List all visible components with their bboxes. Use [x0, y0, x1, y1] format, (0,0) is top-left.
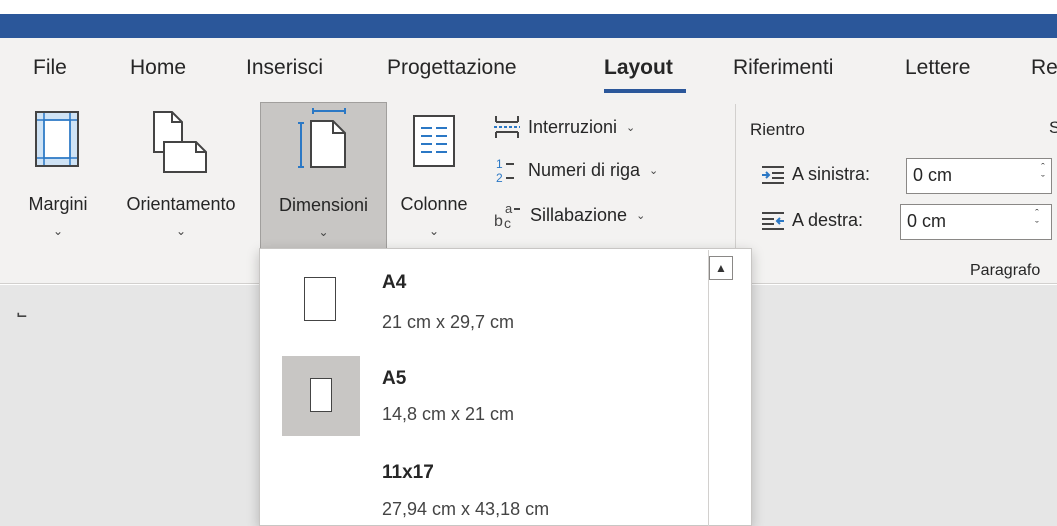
indent-right-value: 0 cm: [907, 211, 947, 231]
svg-text:2: 2: [496, 171, 503, 184]
tab-progettazione[interactable]: Progettazione: [387, 56, 517, 80]
indent-left-value: 0 cm: [913, 165, 953, 185]
line-numbers-button[interactable]: 1 2 Numeri di riga ⌄: [492, 156, 658, 184]
chevron-down-icon: ⌄: [52, 224, 64, 238]
size-option-dimensions: 21 cm x 29,7 cm: [382, 312, 515, 332]
margins-icon: [35, 111, 79, 167]
size-option-dimensions: 27,94 cm x 43,18 cm: [382, 499, 550, 519]
tab-re[interactable]: Re: [1031, 56, 1057, 80]
size-option-name: 11x17: [382, 462, 434, 483]
tab-riferimenti[interactable]: Riferimenti: [733, 56, 833, 80]
tab-file[interactable]: File: [33, 56, 67, 80]
columns-button[interactable]: Colonne ⌄: [388, 100, 480, 250]
chevron-down-icon: ⌄: [175, 224, 187, 238]
indent-right-icon: [762, 211, 784, 230]
size-option-dimensions: 14,8 cm x 21 cm: [382, 404, 515, 424]
indent-group-label: Rientro: [750, 120, 805, 139]
active-tab-indicator: [604, 89, 686, 93]
indent-right-label: A destra:: [792, 210, 864, 230]
indent-left-label: A sinistra:: [792, 164, 871, 184]
tab-layout[interactable]: Layout: [604, 56, 673, 80]
indent-left-icon: [762, 165, 784, 184]
tab-home[interactable]: Home: [130, 56, 186, 80]
svg-text:c: c: [504, 215, 511, 230]
page-icon: [310, 378, 332, 412]
size-button[interactable]: Dimensioni ⌄: [260, 102, 387, 252]
orientation-label: Orientamento: [126, 194, 236, 214]
scroll-up-icon[interactable]: ▲: [709, 256, 733, 280]
columns-label: Colonne: [400, 194, 468, 214]
hyphenation-label: Sillabazione: [530, 204, 628, 225]
size-option-name: A5: [382, 368, 407, 389]
columns-icon: [413, 115, 455, 167]
svg-text:b: b: [494, 213, 503, 230]
tab-lettere[interactable]: Lettere: [905, 56, 970, 80]
chevron-down-icon: ⌄: [636, 209, 646, 222]
indent-right-spinner[interactable]: ˆˇ: [1030, 208, 1044, 232]
indent-right-row: A destra:: [760, 210, 863, 231]
title-bar-cutoff: [0, 0, 1057, 14]
tab-inserisci[interactable]: Inserisci: [246, 56, 323, 80]
indent-left-spinner[interactable]: ˆˇ: [1036, 162, 1050, 186]
orientation-icon: [153, 111, 207, 173]
line-numbers-icon: 1 2: [496, 157, 514, 184]
breaks-button[interactable]: Interruzioni ⌄: [492, 114, 635, 140]
chevron-down-icon: ⌄: [428, 224, 440, 238]
orientation-button[interactable]: Orientamento ⌄: [104, 100, 258, 250]
spacing-group-label-partial: S: [1049, 118, 1057, 137]
chevron-down-icon: ⌄: [318, 225, 329, 239]
chevron-down-icon: ⌄: [649, 164, 659, 177]
indent-left-input[interactable]: 0 cm: [906, 158, 1052, 194]
breaks-icon: [494, 116, 520, 138]
chevron-down-icon: ⌄: [626, 121, 636, 134]
svg-text:1: 1: [496, 157, 503, 171]
margins-button[interactable]: Margini ⌄: [12, 100, 104, 250]
size-icon: [298, 108, 346, 168]
page-icon: [304, 277, 336, 321]
hyphenation-icon: b c a: [494, 201, 520, 230]
indent-left-row: A sinistra:: [760, 164, 870, 185]
size-label: Dimensioni: [278, 195, 369, 215]
paragraph-group-label: Paragrafo: [970, 262, 1041, 279]
hyphenation-button[interactable]: b c a Sillabazione ⌄: [492, 200, 645, 230]
size-option-name: A4: [382, 272, 407, 293]
title-bar: [0, 0, 1057, 38]
svg-text:a: a: [505, 201, 513, 216]
ribbon-tabs: File Home Inserisci Progettazione Layout…: [0, 38, 1057, 96]
scroll-divider: [708, 250, 709, 526]
tab-selector-icon[interactable]: ⌙: [16, 306, 28, 323]
line-numbers-label: Numeri di riga: [528, 159, 641, 180]
margins-label: Margini: [28, 194, 88, 214]
breaks-label: Interruzioni: [528, 116, 618, 137]
